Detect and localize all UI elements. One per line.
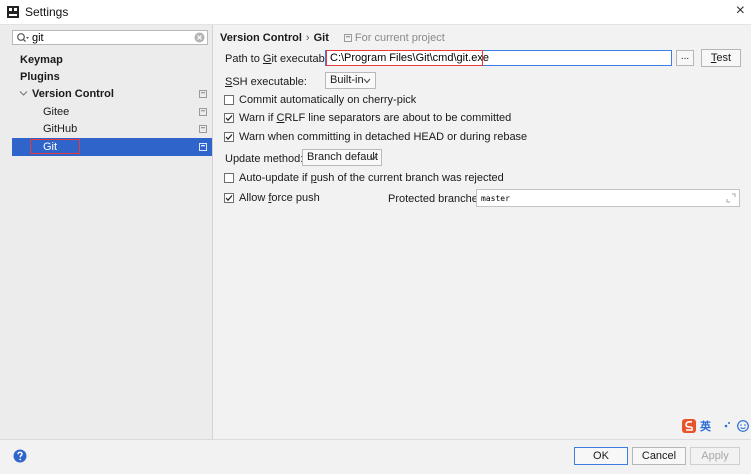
sidebar-item-keymap[interactable]: Keymap xyxy=(12,51,212,69)
label-text: ush of the current branch was rejected xyxy=(316,172,504,184)
label-text: orce push xyxy=(271,192,320,204)
ssh-executable-label: SSH executable: xyxy=(225,76,307,88)
sidebar-item-github[interactable]: GitHub xyxy=(12,120,212,138)
sidebar-item-version-control[interactable]: Version Control xyxy=(12,85,212,103)
chevron-down-icon xyxy=(363,78,371,84)
ime-toolbar[interactable]: 英 xyxy=(682,418,751,434)
breadcrumb-parent[interactable]: Version Control xyxy=(220,32,302,44)
label-text: Path to xyxy=(225,53,263,65)
ime-icons xyxy=(682,419,749,433)
label-text: SH executable: xyxy=(232,76,307,88)
checkbox-label: Warn when committing in detached HEAD or… xyxy=(239,131,528,143)
settings-search-input[interactable] xyxy=(32,31,187,44)
ssh-executable-select[interactable]: Built-in xyxy=(325,72,376,89)
checkbox-label: Auto-update if push of the current branc… xyxy=(239,172,504,184)
label-text: RLF line separators are about to be comm… xyxy=(284,112,512,124)
git-settings-panel: Version Control › Git For current project … xyxy=(213,25,751,439)
update-method-value: Branch default xyxy=(307,151,378,163)
sidebar-item-label: Plugins xyxy=(20,71,60,83)
ssh-executable-value: Built-in xyxy=(330,74,364,86)
dialog-footer: OK Cancel Apply xyxy=(0,439,751,474)
check-icon xyxy=(225,195,233,202)
protected-branches-input[interactable] xyxy=(477,191,725,205)
button-label: est xyxy=(716,52,732,64)
git-path-input[interactable] xyxy=(326,51,674,65)
checkbox-label: Commit automatically on cherry-pick xyxy=(239,94,417,106)
checkbox-detached-head[interactable] xyxy=(224,132,234,142)
project-scope-icon xyxy=(199,125,207,133)
update-method-select[interactable]: Branch default xyxy=(302,149,382,166)
sidebar-item-label: Gitee xyxy=(43,106,70,118)
label-text: Warn if xyxy=(239,112,277,124)
checkbox-crlf[interactable] xyxy=(224,113,234,123)
sidebar-item-label: Git xyxy=(43,141,58,153)
help-icon[interactable] xyxy=(13,449,27,463)
chevron-down-icon xyxy=(369,155,377,161)
close-icon[interactable]: × xyxy=(736,2,745,20)
apply-button[interactable]: Apply xyxy=(690,447,740,465)
project-scope-icon xyxy=(343,34,352,42)
git-path-label: Path to Git executable: xyxy=(225,53,336,65)
checkbox-auto-update[interactable] xyxy=(224,173,234,183)
checkbox-label: Allow force push xyxy=(239,192,320,204)
settings-sidebar: Keymap Plugins Version Control Gitee Git… xyxy=(0,25,213,439)
update-method-label: Update method: xyxy=(225,153,304,165)
ime-language-label[interactable]: 英 xyxy=(700,418,711,434)
window-title: Settings xyxy=(25,5,69,19)
project-scope-icon xyxy=(199,90,207,98)
scope-label: For current project xyxy=(354,32,445,44)
protected-branches-field[interactable] xyxy=(476,189,740,207)
checkbox-cherry-pick[interactable] xyxy=(224,95,234,105)
app-icon xyxy=(7,6,19,18)
sidebar-item-label: GitHub xyxy=(43,123,78,135)
breadcrumb-current: Git xyxy=(313,32,329,44)
browse-button[interactable]: ... xyxy=(676,50,694,66)
label-text: Allow xyxy=(239,192,269,204)
sidebar-item-gitee[interactable]: Gitee xyxy=(12,103,212,121)
expand-icon[interactable] xyxy=(726,193,736,203)
protected-branches-label: Protected branches: xyxy=(388,193,487,205)
checkbox-label: Warn if CRLF line separators are about t… xyxy=(239,112,511,124)
git-path-field[interactable] xyxy=(325,50,674,66)
check-icon xyxy=(225,115,233,122)
test-button[interactable]: Test xyxy=(701,49,741,67)
settings-search-box[interactable] xyxy=(12,30,208,45)
sidebar-item-label: Version Control xyxy=(32,88,114,100)
title-bar: Settings × xyxy=(0,0,751,25)
breadcrumb-separator: › xyxy=(305,32,310,44)
project-scope-icon xyxy=(199,108,207,116)
sidebar-item-git[interactable]: Git xyxy=(12,138,212,156)
ok-button[interactable]: OK xyxy=(574,447,628,465)
clear-search-icon[interactable] xyxy=(194,32,205,43)
project-scope-icon xyxy=(199,143,207,151)
check-icon xyxy=(225,134,233,141)
sidebar-item-plugins[interactable]: Plugins xyxy=(12,68,212,86)
label-text: Auto-update if xyxy=(239,172,311,184)
breadcrumb: Version Control › Git For current project xyxy=(220,32,445,44)
chevron-down-icon[interactable] xyxy=(19,90,28,97)
cancel-button[interactable]: Cancel xyxy=(632,447,686,465)
search-icon[interactable] xyxy=(16,32,30,44)
sidebar-item-label: Keymap xyxy=(20,54,63,66)
checkbox-force-push[interactable] xyxy=(224,193,234,203)
